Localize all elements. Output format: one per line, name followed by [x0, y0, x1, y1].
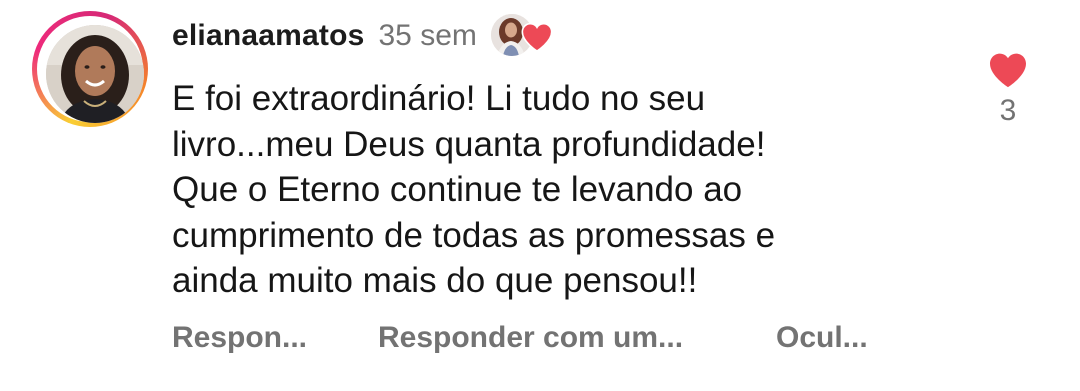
like-control: 3 [978, 52, 1038, 152]
reply-button[interactable]: Respon... [172, 321, 378, 355]
reply-with-gif-button[interactable]: Responder com um... [378, 321, 776, 355]
comment-header: elianaamatos 35 sem [172, 14, 555, 58]
like-count: 3 [999, 94, 1017, 127]
heart-icon [521, 22, 553, 52]
avatar-story-ring[interactable] [32, 11, 148, 127]
timestamp: 35 sem [378, 19, 477, 52]
username[interactable]: elianaamatos [172, 19, 365, 53]
avatar[interactable] [46, 25, 144, 123]
hide-button[interactable]: Ocul... [776, 321, 868, 355]
avatar-image [46, 25, 144, 123]
comment-text: E foi extraordinário! Li tudo no seu liv… [172, 79, 776, 300]
comment-actions: Respon... Responder com um... Ocul... [172, 316, 868, 360]
heart-icon[interactable] [988, 52, 1028, 88]
author-liked-indicator [490, 14, 555, 58]
comment-item: elianaamatos 35 sem E foi extraordinário… [0, 0, 1080, 391]
